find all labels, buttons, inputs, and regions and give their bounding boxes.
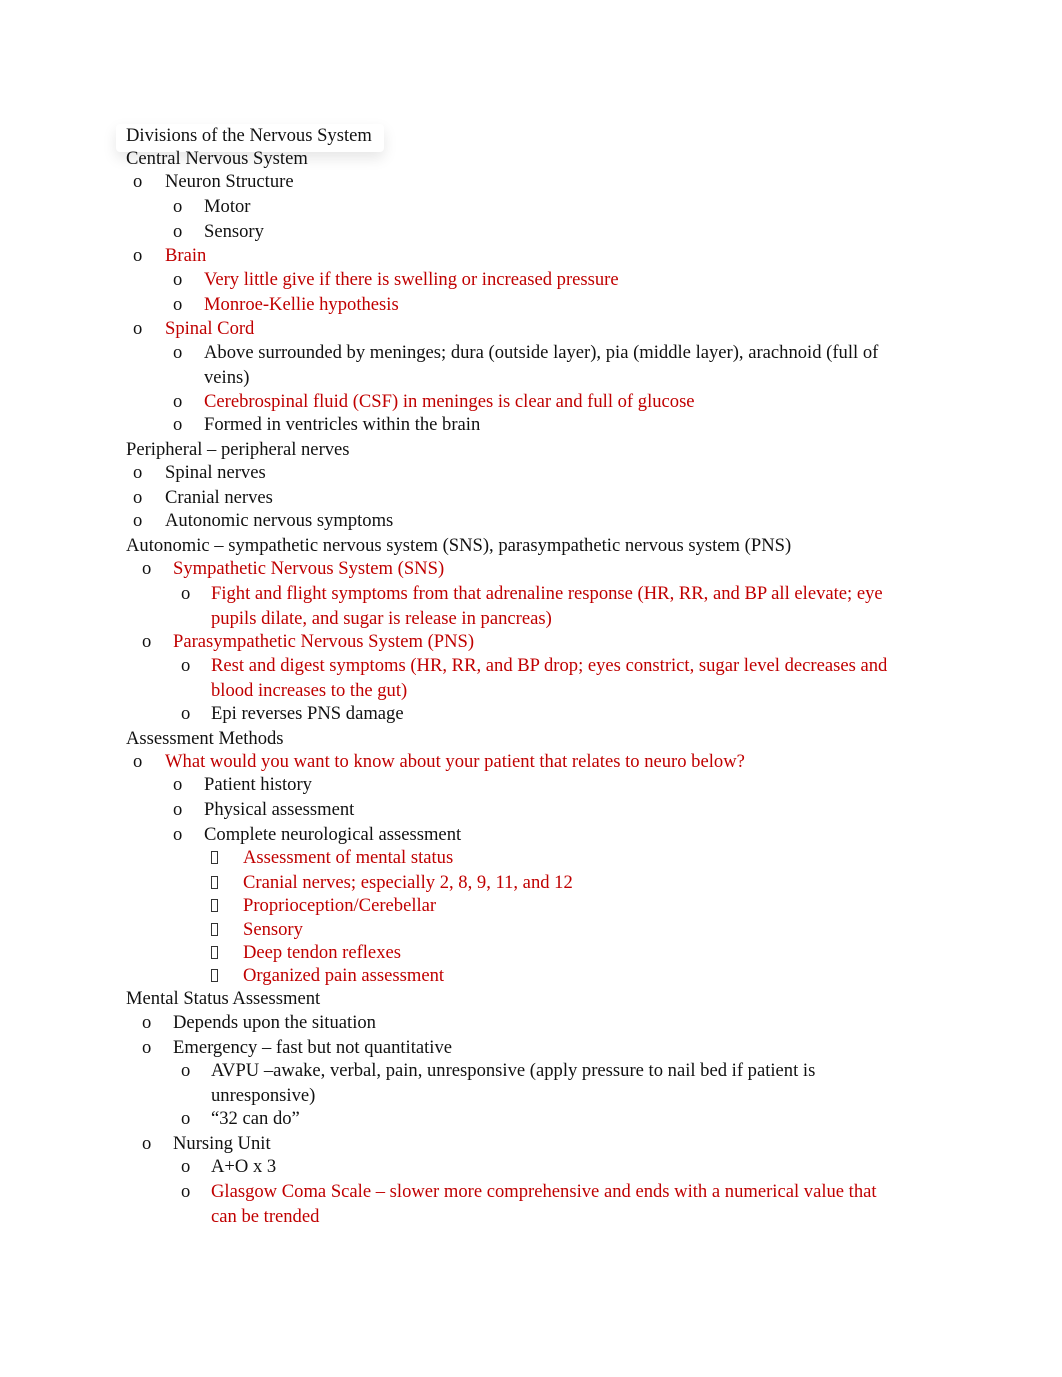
circle-bullet-icon: o <box>142 1037 152 1058</box>
list-item: Sympathetic Nervous System (SNS) <box>173 558 445 579</box>
circle-bullet-icon: o <box>173 774 183 795</box>
list-item: What would you want to know about your p… <box>165 751 745 772</box>
list-item: Spinal nerves <box>165 462 266 483</box>
section-heading: Assessment Methods <box>126 728 284 749</box>
list-item: Nursing Unit <box>173 1133 271 1154</box>
circle-bullet-icon: o <box>173 221 183 242</box>
list-item: Rest and digest symptoms (HR, RR, and BP… <box>211 655 888 676</box>
list-item: Sensory <box>204 221 264 242</box>
list-item-continuation: blood increases to the gut) <box>211 680 408 701</box>
circle-bullet-icon: o <box>133 487 143 508</box>
circle-bullet-icon: o <box>133 510 143 531</box>
circle-bullet-icon: o <box>181 1108 191 1129</box>
list-item: AVPU –awake, verbal, pain, unresponsive … <box>211 1060 816 1081</box>
list-item: Very little give if there is swelling or… <box>204 269 619 290</box>
document-title: Divisions of the Nervous System <box>126 125 372 146</box>
list-item: A+O x 3 <box>211 1156 277 1177</box>
list-item-continuation: unresponsive) <box>211 1085 316 1106</box>
list-item: Above surrounded by meninges; dura (outs… <box>204 342 879 363</box>
list-item: Glasgow Coma Scale – slower more compreh… <box>211 1181 877 1202</box>
list-item: Depends upon the situation <box>173 1012 376 1033</box>
missing-glyph-bullet-icon <box>211 847 218 869</box>
circle-bullet-icon: o <box>181 1060 191 1081</box>
circle-bullet-icon: o <box>173 196 183 217</box>
list-item: Neuron Structure <box>165 171 294 192</box>
square-bullet-icon <box>211 851 218 864</box>
missing-glyph-bullet-icon <box>211 872 218 894</box>
list-item-continuation: can be trended <box>211 1206 320 1227</box>
list-item: Assessment of mental status <box>243 847 454 868</box>
circle-bullet-icon: o <box>142 558 152 579</box>
list-item: Cranial nerves; especially 2, 8, 9, 11, … <box>243 872 573 893</box>
square-bullet-icon <box>211 899 218 912</box>
circle-bullet-icon: o <box>142 1133 152 1154</box>
list-item: Proprioception/Cerebellar <box>243 895 437 916</box>
square-bullet-icon <box>211 969 218 982</box>
list-item: Monroe-Kellie hypothesis <box>204 294 399 315</box>
circle-bullet-icon: o <box>173 414 183 435</box>
circle-bullet-icon: o <box>173 342 183 363</box>
circle-bullet-icon: o <box>133 171 143 192</box>
square-bullet-icon <box>211 923 218 936</box>
document-page: Divisions of the Nervous System Central … <box>0 0 1062 1377</box>
circle-bullet-icon: o <box>142 631 152 652</box>
section-heading: Peripheral – peripheral nerves <box>126 439 350 460</box>
missing-glyph-bullet-icon <box>211 919 218 941</box>
circle-bullet-icon: o <box>133 751 143 772</box>
circle-bullet-icon: o <box>133 318 143 339</box>
circle-bullet-icon: o <box>181 1156 191 1177</box>
list-item: Brain <box>165 245 207 266</box>
circle-bullet-icon: o <box>133 245 143 266</box>
circle-bullet-icon: o <box>181 655 191 676</box>
circle-bullet-icon: o <box>173 824 183 845</box>
square-bullet-icon <box>211 876 218 889</box>
circle-bullet-icon: o <box>181 583 191 604</box>
list-item: Emergency – fast but not quantitative <box>173 1037 453 1058</box>
missing-glyph-bullet-icon <box>211 965 218 987</box>
circle-bullet-icon: o <box>133 462 143 483</box>
circle-bullet-icon: o <box>181 1181 191 1202</box>
section-heading: Autonomic – sympathetic nervous system (… <box>126 535 792 556</box>
list-item-continuation: veins) <box>204 367 250 388</box>
circle-bullet-icon: o <box>173 269 183 290</box>
list-item: Physical assessment <box>204 799 355 820</box>
list-item: Cerebrospinal fluid (CSF) in meninges is… <box>204 391 695 412</box>
list-item: Parasympathetic Nervous System (PNS) <box>173 631 475 652</box>
list-item: Patient history <box>204 774 312 795</box>
circle-bullet-icon: o <box>173 391 183 412</box>
list-item: Complete neurological assessment <box>204 824 462 845</box>
list-item-continuation: pupils dilate, and sugar is release in p… <box>211 608 552 629</box>
list-item: Formed in ventricles within the brain <box>204 414 481 435</box>
list-item: Epi reverses PNS damage <box>211 703 404 724</box>
list-item: Cranial nerves <box>165 487 273 508</box>
section-heading: Mental Status Assessment <box>126 988 321 1009</box>
list-item: Organized pain assessment <box>243 965 445 986</box>
list-item: “32 can do” <box>211 1108 300 1129</box>
list-item: Sensory <box>243 919 303 940</box>
list-item: Spinal Cord <box>165 318 255 339</box>
list-item: Fight and flight symptoms from that adre… <box>211 583 883 604</box>
missing-glyph-bullet-icon <box>211 942 218 964</box>
circle-bullet-icon: o <box>173 294 183 315</box>
section-heading: Central Nervous System <box>126 148 308 169</box>
circle-bullet-icon: o <box>181 703 191 724</box>
circle-bullet-icon: o <box>142 1012 152 1033</box>
missing-glyph-bullet-icon <box>211 895 218 917</box>
circle-bullet-icon: o <box>173 799 183 820</box>
list-item: Deep tendon reflexes <box>243 942 401 963</box>
square-bullet-icon <box>211 946 218 959</box>
list-item: Motor <box>204 196 251 217</box>
list-item: Autonomic nervous symptoms <box>165 510 394 531</box>
